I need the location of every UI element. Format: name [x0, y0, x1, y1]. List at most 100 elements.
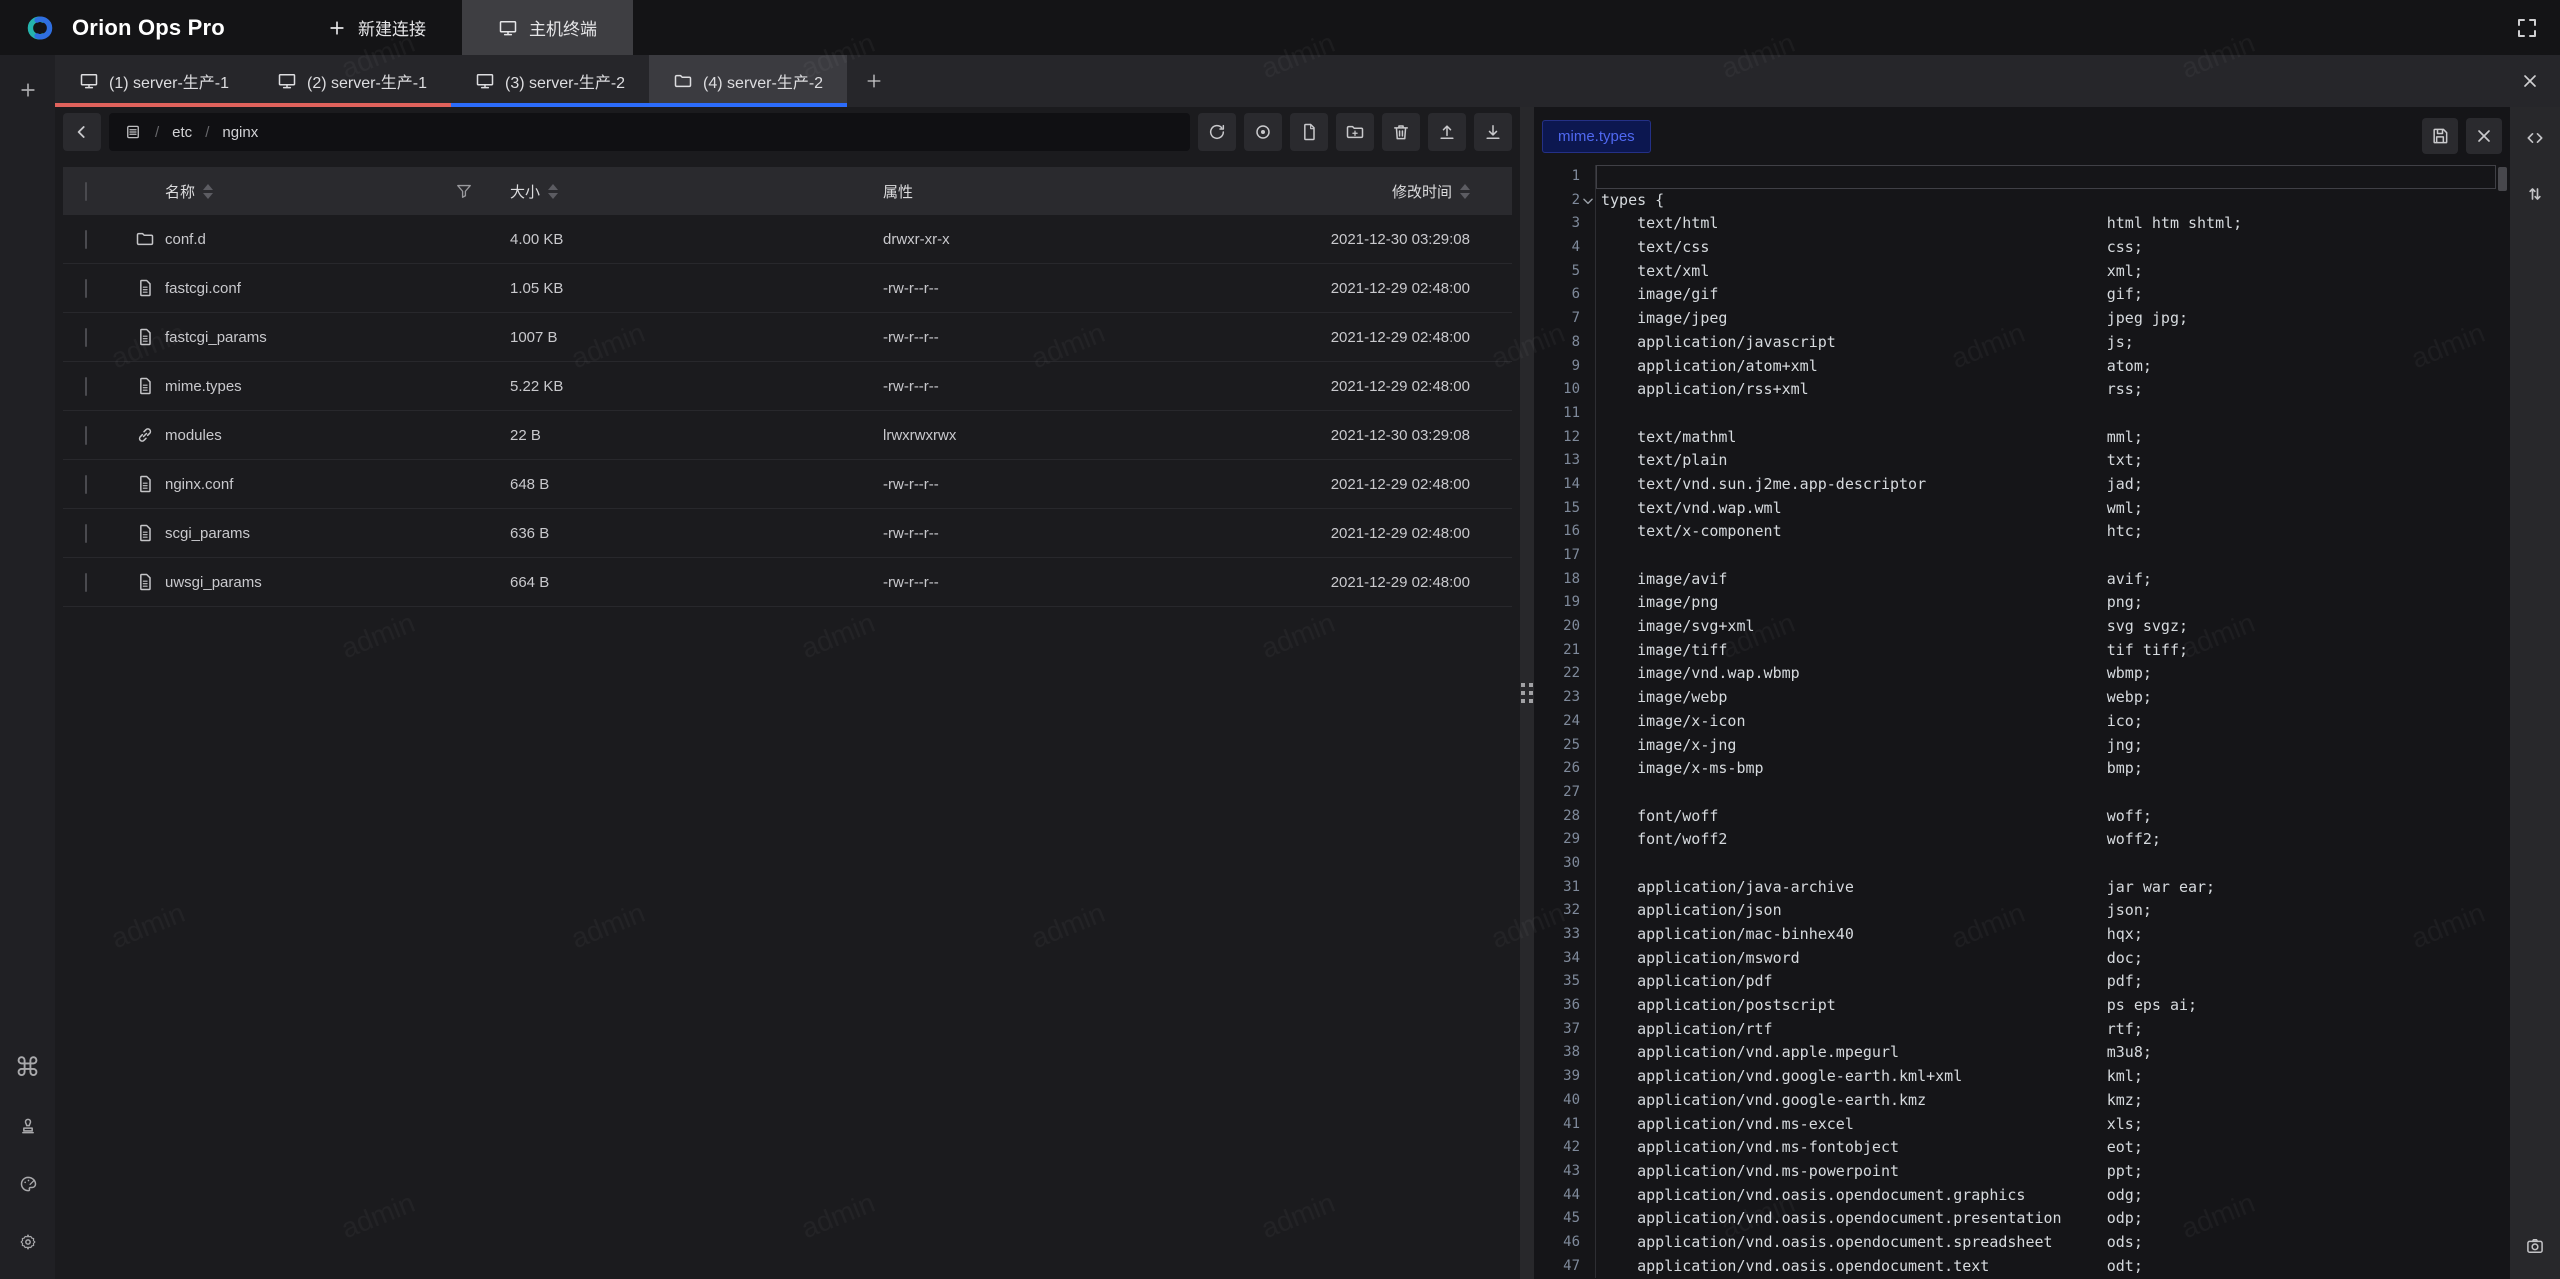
file-size: 1.05 KB: [490, 280, 875, 297]
sort-arrows-icon[interactable]: [1460, 184, 1470, 199]
code-line: 38 application/vnd.apple.mpegurl m3u8;: [1534, 1041, 2510, 1065]
back-button[interactable]: [63, 113, 101, 151]
row-checkbox[interactable]: [85, 573, 87, 592]
editor-panel: mime.types 12types {3 text/html: [1534, 107, 2510, 1279]
upload-button[interactable]: [1428, 113, 1466, 151]
editor-scrollbar-thumb[interactable]: [2498, 167, 2507, 191]
code-editor[interactable]: 12types {3 text/html html htm shtml;4 te…: [1534, 165, 2510, 1279]
terminal-tab-3[interactable]: (3) server-生产-2: [451, 55, 649, 107]
file-name[interactable]: modules: [165, 427, 222, 444]
column-header-size[interactable]: 大小: [510, 181, 875, 202]
code-line: 34 application/msword doc;: [1534, 947, 2510, 971]
file-name[interactable]: scgi_params: [165, 525, 250, 542]
breadcrumb-segment[interactable]: nginx: [222, 124, 258, 141]
table-row[interactable]: uwsgi_params 664 B -rw-r--r-- 2021-12-29…: [63, 558, 1512, 607]
theme-icon: [18, 1174, 38, 1194]
line-number: 36: [1534, 994, 1580, 1018]
right-sidebar-code-button[interactable]: [2520, 123, 2550, 153]
breadcrumb-segment[interactable]: etc: [172, 124, 192, 141]
code-line: 8 application/javascript js;: [1534, 331, 2510, 355]
save-button[interactable]: [2422, 118, 2458, 154]
brand-logo-icon: [20, 8, 60, 48]
code-text: application/msword doc;: [1596, 947, 2510, 971]
table-row[interactable]: fastcgi.conf 1.05 KB -rw-r--r-- 2021-12-…: [63, 264, 1512, 313]
file-name[interactable]: mime.types: [165, 378, 242, 395]
row-checkbox[interactable]: [85, 475, 87, 494]
table-row[interactable]: nginx.conf 648 B -rw-r--r-- 2021-12-29 0…: [63, 460, 1512, 509]
row-checkbox[interactable]: [85, 524, 87, 543]
select-all-checkbox[interactable]: [85, 182, 87, 201]
fold-toggle[interactable]: [1580, 189, 1596, 213]
sort-arrows-icon[interactable]: [203, 184, 213, 199]
column-header-mtime[interactable]: 修改时间: [1282, 181, 1512, 202]
sort-arrows-icon[interactable]: [548, 184, 558, 199]
file-attr: -rw-r--r--: [875, 280, 1282, 297]
table-row[interactable]: fastcgi_params 1007 B -rw-r--r-- 2021-12…: [63, 313, 1512, 362]
table-row[interactable]: scgi_params 636 B -rw-r--r-- 2021-12-29 …: [63, 509, 1512, 558]
column-header-name[interactable]: 名称: [165, 181, 213, 202]
sidebar-plus-button[interactable]: [13, 75, 43, 105]
line-number: 46: [1534, 1231, 1580, 1255]
refresh-button[interactable]: [1198, 113, 1236, 151]
gutter-spacer: [1580, 734, 1596, 758]
editor-close-button[interactable]: [2466, 118, 2502, 154]
top-menu-item-0[interactable]: 新建连接: [291, 0, 462, 55]
top-menu-item-1[interactable]: 主机终端: [462, 0, 633, 55]
filter-funnel-icon[interactable]: [454, 181, 474, 201]
row-checkbox[interactable]: [85, 230, 87, 249]
file-name[interactable]: conf.d: [165, 231, 206, 248]
preview-button[interactable]: [1244, 113, 1282, 151]
root-list-icon[interactable]: [124, 123, 142, 141]
editor-file-tab[interactable]: mime.types: [1542, 120, 1651, 153]
right-sidebar-screenshot-button[interactable]: [2520, 1231, 2550, 1261]
plus-icon: [18, 80, 38, 100]
line-number: 3: [1534, 212, 1580, 236]
file-name[interactable]: fastcgi_params: [165, 329, 267, 346]
file-table: 名称 大小 属性 修改时间 conf.d 4.00 KB drwxr-xr-x …: [63, 167, 1512, 607]
table-row[interactable]: modules 22 B lrwxrwxrwx 2021-12-30 03:29…: [63, 411, 1512, 460]
gutter-spacer: [1580, 1160, 1596, 1184]
code-line: 12 text/mathml mml;: [1534, 426, 2510, 450]
fullscreen-button[interactable]: [2508, 9, 2546, 47]
right-sidebar-sort-button[interactable]: [2520, 179, 2550, 209]
terminal-tab-4[interactable]: (4) server-生产-2: [649, 55, 847, 107]
new-tab-button[interactable]: [847, 55, 901, 107]
close-all-tabs-button[interactable]: [2500, 55, 2560, 107]
terminal-tab-1[interactable]: (1) server-生产-1: [55, 55, 253, 107]
row-checkbox[interactable]: [85, 328, 87, 347]
panel-splitter[interactable]: [1520, 107, 1534, 1279]
delete-button[interactable]: [1382, 113, 1420, 151]
new-folder-button[interactable]: [1336, 113, 1374, 151]
code-text: text/mathml mml;: [1596, 426, 2510, 450]
file-icon: [135, 327, 155, 347]
sidebar-theme-button[interactable]: [13, 1169, 43, 1199]
gutter-spacer: [1580, 236, 1596, 260]
top-menu-label: 新建连接: [358, 15, 426, 40]
path-breadcrumb[interactable]: /etc/nginx: [109, 113, 1190, 151]
table-row[interactable]: mime.types 5.22 KB -rw-r--r-- 2021-12-29…: [63, 362, 1512, 411]
left-sidebar: ⌘: [0, 55, 55, 1279]
new-file-button[interactable]: [1290, 113, 1328, 151]
line-number: 42: [1534, 1136, 1580, 1160]
file-attr: -rw-r--r--: [875, 574, 1282, 591]
row-checkbox[interactable]: [85, 279, 87, 298]
row-checkbox[interactable]: [85, 426, 87, 445]
file-name[interactable]: nginx.conf: [165, 476, 233, 493]
line-number: 34: [1534, 947, 1580, 971]
table-row[interactable]: conf.d 4.00 KB drwxr-xr-x 2021-12-30 03:…: [63, 215, 1512, 264]
save-icon: [2430, 126, 2450, 146]
code-line: 6 image/gif gif;: [1534, 283, 2510, 307]
terminal-tab-2[interactable]: (2) server-生产-1: [253, 55, 451, 107]
sidebar-command-button[interactable]: ⌘: [13, 1053, 43, 1083]
file-name[interactable]: uwsgi_params: [165, 574, 262, 591]
file-name[interactable]: fastcgi.conf: [165, 280, 241, 297]
code-text: application/rtf rtf;: [1596, 1018, 2510, 1042]
line-number: 14: [1534, 473, 1580, 497]
code-line: 22 image/vnd.wap.wbmp wbmp;: [1534, 662, 2510, 686]
file-mtime: 2021-12-29 02:48:00: [1282, 525, 1512, 542]
sidebar-stamp-button[interactable]: [13, 1111, 43, 1141]
sidebar-settings-button[interactable]: [13, 1227, 43, 1257]
code-line: 14 text/vnd.sun.j2me.app-descriptor jad;: [1534, 473, 2510, 497]
download-button[interactable]: [1474, 113, 1512, 151]
row-checkbox[interactable]: [85, 377, 87, 396]
